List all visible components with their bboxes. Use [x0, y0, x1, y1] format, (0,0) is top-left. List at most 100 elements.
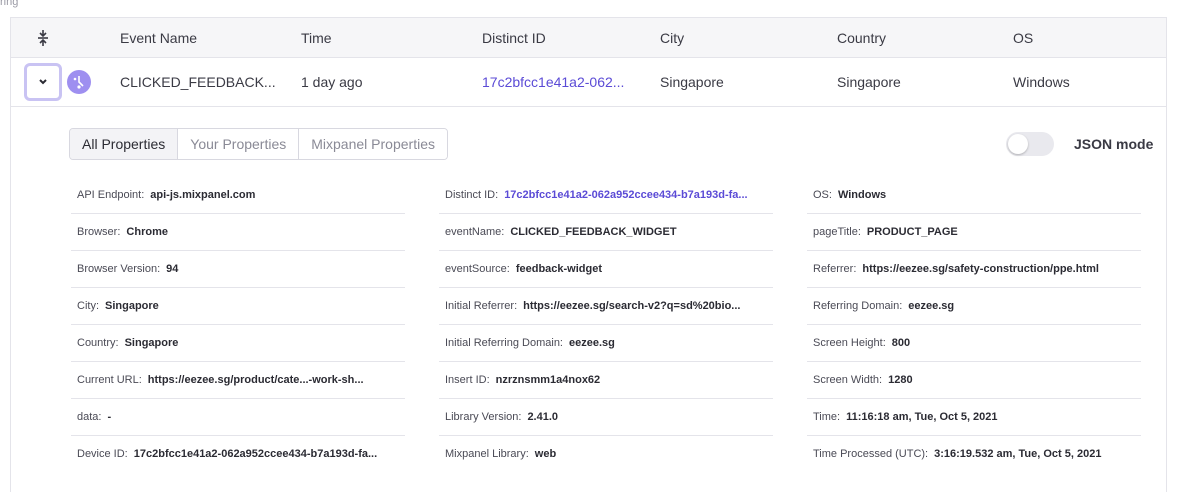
property-value: Singapore: [105, 300, 159, 312]
property-row: Initial Referrer: https://eezee.sg/search…: [439, 288, 773, 325]
chevron-down-icon: [39, 79, 47, 85]
column-header-distinct-id[interactable]: Distinct ID: [482, 18, 546, 58]
tab-mixpanel-properties[interactable]: Mixpanel Properties: [299, 129, 447, 159]
property-row: Initial Referring Domain: eezee.sg: [439, 325, 773, 362]
property-row: Referrer: https://eezee.sg/safety-constru…: [807, 251, 1141, 288]
properties-column-1: API Endpoint: api-js.mixpanel.com Browser:…: [71, 177, 405, 473]
property-value[interactable]: 17c2bfcc1e41a2-062a952ccee434-b7a193d-fa…: [504, 189, 747, 201]
property-key: Browser Version:: [77, 263, 161, 275]
property-row: pageTitle: PRODUCT_PAGE: [807, 214, 1141, 251]
property-row: OS: Windows: [807, 177, 1141, 214]
property-value: https://eezee.sg/search-v2?q=sd%20bio...: [523, 300, 741, 312]
property-value: 11:16:18 am, Tue, Oct 5, 2021: [846, 411, 998, 423]
property-key: pageTitle:: [813, 226, 861, 238]
property-value: 17c2bfcc1e41a2-062a952ccee434-b7a193d-fa…: [133, 448, 378, 460]
distinct-id-link[interactable]: 17c2bfcc1e41a2-062...: [482, 58, 624, 107]
property-row: Browser Version: 94: [71, 251, 405, 288]
property-row: Current URL: https://eezee.sg/product/cat…: [71, 362, 405, 399]
property-key: Initial Referrer:: [445, 300, 518, 312]
property-value: 2.41.0: [527, 411, 559, 423]
property-value: PRODUCT_PAGE: [866, 226, 958, 238]
property-key: API Endpoint:: [77, 189, 145, 201]
tab-your-properties[interactable]: Your Properties: [178, 129, 300, 159]
column-header-country[interactable]: Country: [837, 18, 886, 58]
property-key: Distinct ID:: [445, 189, 499, 201]
column-header-event-name[interactable]: Event Name: [120, 18, 197, 58]
property-row: Browser: Chrome: [71, 214, 405, 251]
property-key: Insert ID:: [445, 374, 490, 386]
property-value: CLICKED_FEEDBACK_WIDGET: [510, 226, 677, 238]
property-key: City:: [77, 300, 99, 312]
property-row: Screen Width: 1280: [807, 362, 1141, 399]
json-mode-toggle[interactable]: [1006, 132, 1054, 156]
property-key: Referrer:: [813, 263, 857, 275]
property-key: Time:: [813, 411, 841, 423]
property-key: data:: [77, 411, 102, 423]
property-key: Mixpanel Library:: [445, 448, 529, 460]
property-key: Referring Domain:: [813, 300, 903, 312]
property-row: Distinct ID: 17c2bfcc1e41a2-062a952ccee43…: [439, 177, 773, 214]
property-key: Screen Width:: [813, 374, 883, 386]
property-row: Referring Domain: eezee.sg: [807, 288, 1141, 325]
property-row: City: Singapore: [71, 288, 405, 325]
expand-row-button[interactable]: [24, 63, 62, 101]
column-header-os[interactable]: OS: [1013, 18, 1033, 58]
property-value: 3:16:19.532 am, Tue, Oct 5, 2021: [934, 448, 1102, 460]
property-row: eventSource: feedback-widget: [439, 251, 773, 288]
property-row: Time Processed (UTC): 3:16:19.532 am, Tue…: [807, 436, 1141, 473]
properties-tabs: All Properties Your Properties Mixpanel …: [69, 128, 448, 160]
property-key: Country:: [77, 337, 119, 349]
event-name-cell: CLICKED_FEEDBACK...: [120, 74, 276, 90]
property-key: Library Version:: [445, 411, 522, 423]
property-value: Chrome: [126, 226, 168, 238]
property-value: Singapore: [124, 337, 179, 349]
property-value: eezee.sg: [908, 300, 955, 312]
properties-column-2: Distinct ID: 17c2bfcc1e41a2-062a952ccee43…: [439, 177, 773, 473]
column-header-time[interactable]: Time: [301, 18, 332, 58]
property-row: Time: 11:16:18 am, Tue, Oct 5, 2021: [807, 399, 1141, 436]
event-type-icon: [67, 70, 91, 94]
property-key: OS:: [813, 189, 832, 201]
property-value: eezee.sg: [569, 337, 615, 349]
property-value: web: [534, 448, 557, 460]
property-key: Browser:: [77, 226, 121, 238]
property-row: eventName: CLICKED_FEEDBACK_WIDGET: [439, 214, 773, 251]
json-mode-label: JSON mode: [1074, 136, 1154, 152]
property-value: Windows: [837, 189, 887, 201]
tab-all-properties[interactable]: All Properties: [70, 129, 179, 159]
property-row: API Endpoint: api-js.mixpanel.com: [71, 177, 405, 214]
toggle-knob: [1008, 134, 1028, 154]
property-row: Country: Singapore: [71, 325, 405, 362]
property-value: 1280: [888, 374, 913, 386]
table-row[interactable]: CLICKED_FEEDBACK... 1 day ago 17c2bfcc1e…: [11, 58, 1166, 107]
property-row: Insert ID: nzrznsmm1a4nox62: [439, 362, 773, 399]
properties-column-3: OS: Windows pageTitle: PRODUCT_PAGE Referrer…: [807, 177, 1141, 473]
property-value: https://eezee.sg/safety-construction/ppe…: [862, 263, 1099, 275]
property-value: https://eezee.sg/product/cate...-work-sh…: [147, 374, 364, 386]
property-value: -: [107, 411, 112, 423]
property-key: Screen Height:: [813, 337, 886, 349]
column-header-city[interactable]: City: [660, 18, 684, 58]
property-key: Initial Referring Domain:: [445, 337, 563, 349]
property-value: api-js.mixpanel.com: [150, 189, 256, 201]
property-value: feedback-widget: [515, 263, 603, 275]
event-time-cell: 1 day ago: [301, 74, 363, 90]
property-key: eventName:: [445, 226, 505, 238]
events-table: Event Name Time Distinct ID City Country…: [10, 17, 1167, 492]
property-key: Device ID:: [77, 448, 128, 460]
property-key: Current URL:: [77, 374, 142, 386]
city-cell: Singapore: [660, 74, 724, 90]
os-cell: Windows: [1013, 74, 1070, 90]
collapse-all-icon[interactable]: [33, 28, 53, 48]
property-row: Device ID: 17c2bfcc1e41a2-062a952ccee434-…: [71, 436, 405, 473]
property-key: Time Processed (UTC):: [813, 448, 929, 460]
property-key: eventSource:: [445, 263, 510, 275]
property-row: Mixpanel Library: web: [439, 436, 773, 473]
country-cell: Singapore: [837, 74, 901, 90]
property-value: 94: [166, 263, 179, 275]
property-row: data: -: [71, 399, 405, 436]
property-value: nzrznsmm1a4nox62: [495, 374, 601, 386]
table-header: Event Name Time Distinct ID City Country…: [11, 18, 1166, 58]
property-row: Library Version: 2.41.0: [439, 399, 773, 436]
cropped-text: ring: [0, 0, 19, 8]
